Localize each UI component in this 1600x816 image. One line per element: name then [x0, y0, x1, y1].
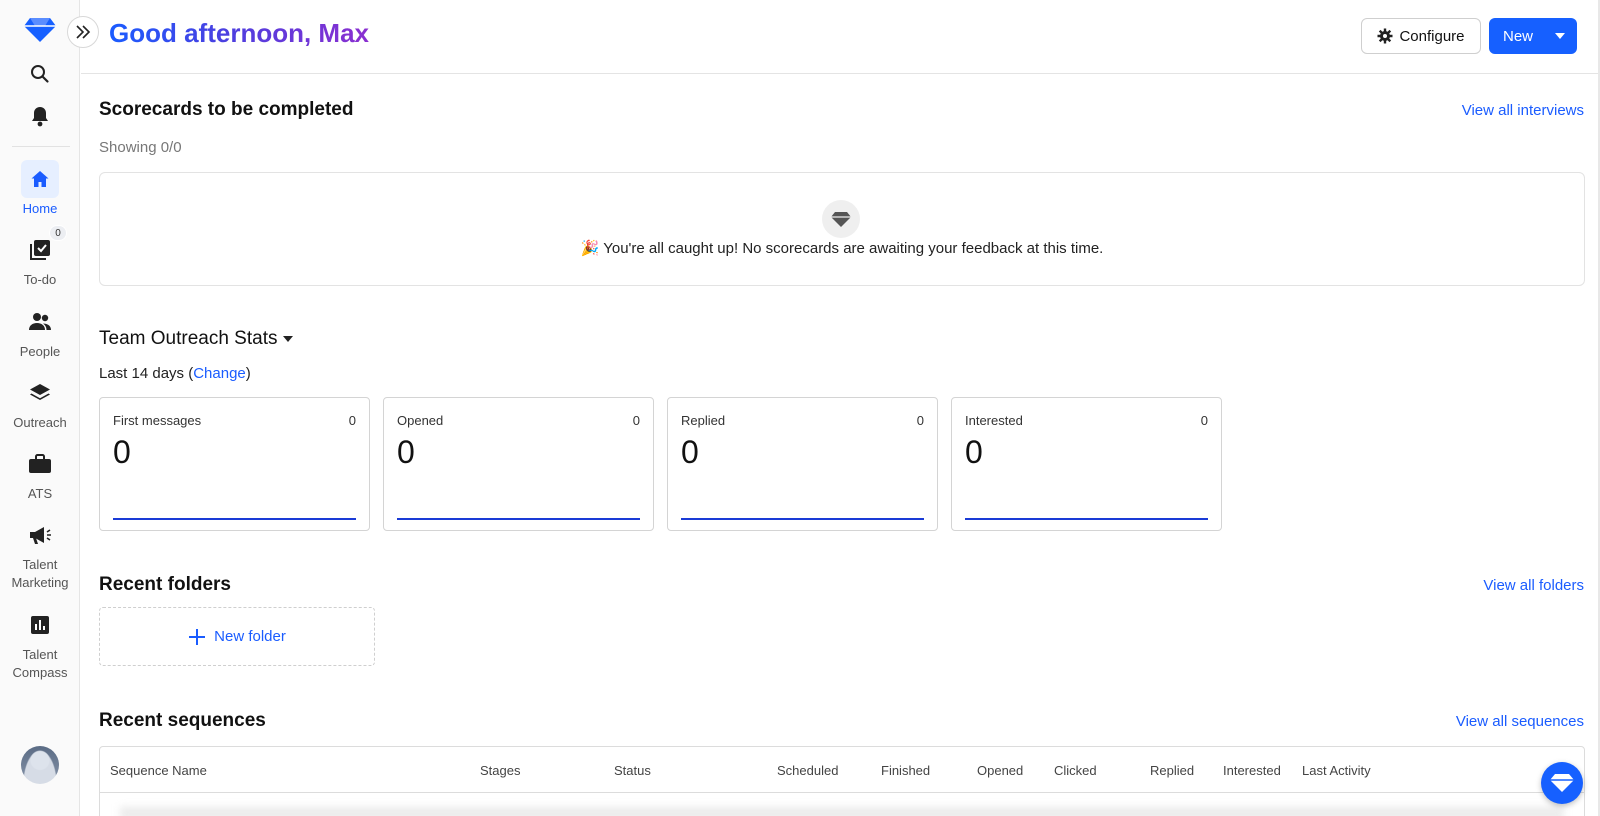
sidebar-item-talent-compass[interactable]: Talent Compass: [0, 606, 80, 682]
expand-sidebar-button[interactable]: [67, 16, 99, 48]
gem-icon: [1550, 774, 1574, 792]
page-header: Good afternoon, Max Configure New: [81, 0, 1600, 74]
todo-count-badge: 0: [49, 225, 67, 241]
stat-name: Interested: [965, 413, 1023, 428]
stat-count: 0: [1200, 413, 1208, 428]
checklist-icon: 0: [21, 225, 67, 269]
table-row: [120, 807, 1564, 816]
gem-logo-icon[interactable]: [24, 16, 56, 42]
scorecards-showing-count: Showing 0/0: [99, 139, 182, 156]
change-period-link[interactable]: Change: [193, 365, 246, 382]
sidebar-item-label: People: [19, 344, 61, 359]
sidebar-item-label: Outreach: [13, 415, 67, 430]
sidebar-item-people[interactable]: People: [0, 303, 80, 361]
home-icon: [21, 160, 59, 198]
scorecards-empty-state: 🎉 You're all caught up! No scorecards ar…: [99, 172, 1585, 286]
search-icon[interactable]: [24, 58, 56, 90]
stat-value: 0: [113, 434, 131, 470]
stat-value: 0: [681, 434, 699, 470]
column-header[interactable]: Scheduled: [777, 763, 838, 778]
sidebar-item-label: Talent Compass: [12, 647, 68, 680]
table-header: Sequence Name Stages Status Scheduled Fi…: [100, 747, 1584, 793]
column-header[interactable]: Opened: [977, 763, 1023, 778]
sequences-table: Sequence Name Stages Status Scheduled Fi…: [99, 746, 1585, 816]
bar-chart-icon: [21, 606, 59, 644]
stat-value: 0: [965, 434, 983, 470]
configure-label: Configure: [1399, 27, 1465, 45]
stat-card-opened[interactable]: Opened 0 0: [383, 397, 654, 531]
briefcase-icon: [21, 445, 59, 483]
stat-card-interested[interactable]: Interested 0 0: [951, 397, 1222, 531]
new-folder-label: New folder: [214, 628, 286, 645]
stat-name: Opened: [397, 413, 444, 428]
double-chevron-right-icon: [76, 25, 91, 39]
sidebar-item-home[interactable]: Home: [0, 160, 80, 218]
stat-count: 0: [916, 413, 924, 428]
sidebar-item-to-do[interactable]: 0 To-do: [0, 225, 80, 289]
column-header[interactable]: Replied: [1150, 763, 1194, 778]
recent-sequences-title: Recent sequences: [99, 710, 266, 731]
view-all-sequences-link[interactable]: View all sequences: [1456, 713, 1584, 730]
gear-icon: [1377, 28, 1393, 44]
recent-folders-title: Recent folders: [99, 574, 231, 595]
column-header[interactable]: Sequence Name: [110, 763, 207, 778]
column-header[interactable]: Finished: [881, 763, 930, 778]
new-button[interactable]: New: [1489, 18, 1577, 54]
column-header[interactable]: Last Activity: [1302, 763, 1371, 778]
outreach-stats-title: Team Outreach Stats: [99, 328, 278, 349]
view-all-folders-link[interactable]: View all folders: [1483, 577, 1584, 594]
sidebar-divider: [12, 146, 70, 147]
period-prefix: Last 14 days (: [99, 365, 194, 382]
gem-icon: [822, 200, 860, 238]
scorecards-title: Scorecards to be completed: [99, 99, 354, 120]
stat-sparkline: [965, 518, 1208, 520]
plus-icon: [189, 628, 206, 645]
new-label: New: [1503, 27, 1534, 45]
help-chat-button[interactable]: [1541, 762, 1583, 804]
stat-name: Replied: [681, 413, 726, 428]
column-header[interactable]: Interested: [1223, 763, 1281, 778]
sidebar-item-outreach[interactable]: Outreach: [0, 374, 80, 432]
caret-down-icon: [1555, 33, 1565, 39]
column-header[interactable]: Status: [614, 763, 651, 778]
empty-state-message: 🎉 You're all caught up! No scorecards ar…: [580, 240, 1104, 257]
caret-down-icon: [283, 336, 294, 342]
stat-sparkline: [397, 518, 640, 520]
new-folder-button[interactable]: New folder: [99, 607, 375, 666]
stat-name: First messages: [113, 413, 202, 428]
sidebar-item-talent-marketing[interactable]: Talent Marketing: [0, 516, 80, 592]
column-header[interactable]: Clicked: [1054, 763, 1097, 778]
user-avatar[interactable]: [21, 746, 59, 784]
outreach-period: Last 14 days (Change): [99, 365, 251, 382]
stat-count: 0: [632, 413, 640, 428]
period-suffix: ): [245, 365, 251, 382]
sidebar-item-label: ATS: [27, 486, 53, 501]
app-window: Home 0 To-do People Outreach ATS Talent …: [0, 0, 1600, 816]
column-header[interactable]: Stages: [480, 763, 520, 778]
stat-value: 0: [397, 434, 415, 470]
configure-button[interactable]: Configure: [1361, 18, 1481, 54]
sidebar-item-label: Talent Marketing: [11, 557, 69, 590]
stat-card-replied[interactable]: Replied 0 0: [667, 397, 938, 531]
megaphone-icon: [21, 516, 59, 554]
outreach-stats-dropdown[interactable]: Team Outreach Stats: [99, 328, 294, 350]
stat-card-first-messages[interactable]: First messages 0 0: [99, 397, 370, 531]
sidebar: Home 0 To-do People Outreach ATS Talent …: [0, 0, 80, 816]
sidebar-item-label: Home: [22, 201, 58, 216]
stat-sparkline: [113, 518, 356, 520]
people-icon: [21, 303, 59, 341]
layers-icon: [21, 374, 59, 412]
sidebar-item-label: To-do: [23, 272, 57, 287]
stat-sparkline: [681, 518, 924, 520]
bell-icon[interactable]: [24, 100, 56, 132]
stat-count: 0: [348, 413, 356, 428]
view-all-interviews-link[interactable]: View all interviews: [1462, 102, 1584, 119]
page-title: Good afternoon, Max: [109, 18, 369, 48]
sidebar-item-ats[interactable]: ATS: [0, 445, 80, 503]
